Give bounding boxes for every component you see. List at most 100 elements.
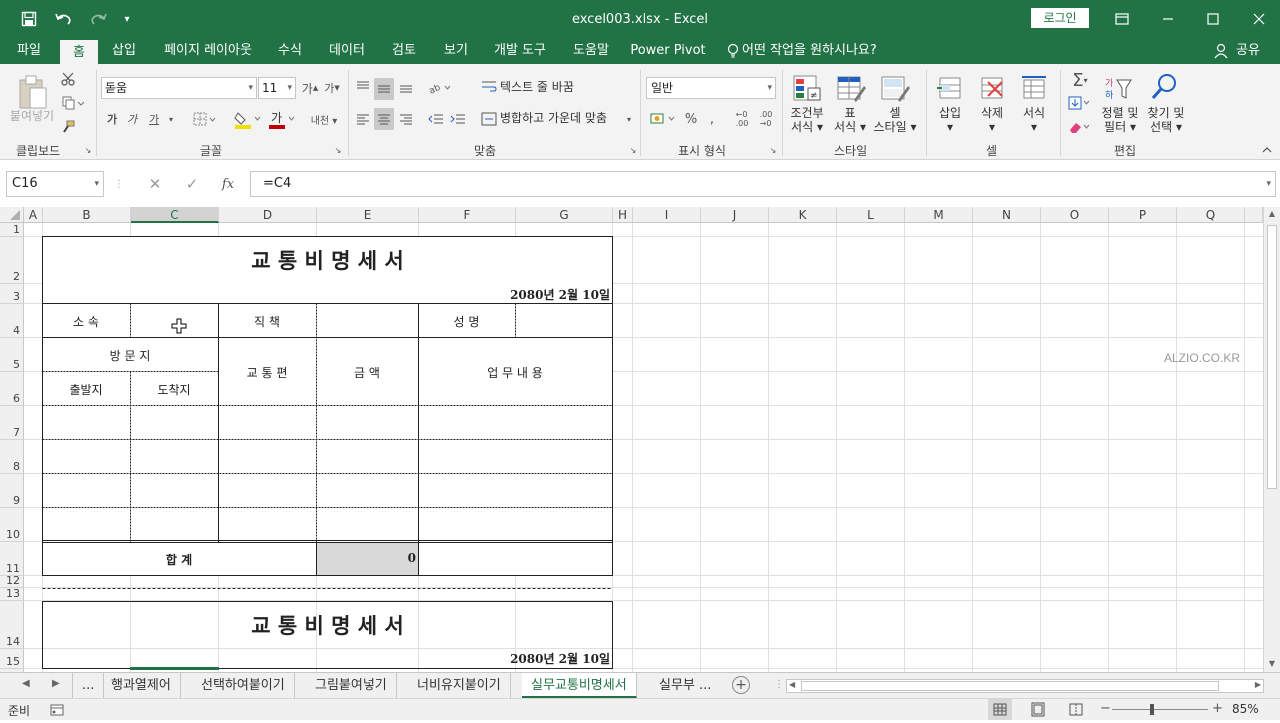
customize-toolbar-icon[interactable]: ▾: [118, 0, 136, 38]
format-as-table-icon[interactable]: [834, 72, 868, 106]
sheet-tab[interactable]: 너비유지붙이기: [408, 673, 511, 698]
copy-icon[interactable]: [58, 94, 88, 112]
align-left-icon[interactable]: [354, 110, 372, 128]
normal-view-icon[interactable]: [988, 699, 1012, 720]
dialog-launcher-icon[interactable]: ↘: [769, 146, 777, 155]
insert-cells-icon[interactable]: [934, 72, 966, 104]
tab-developer[interactable]: 개발 도구: [486, 38, 554, 64]
zoom-level[interactable]: 85%: [1232, 702, 1259, 716]
minimize-icon[interactable]: [1154, 0, 1182, 38]
dialog-launcher-icon[interactable]: ↘: [629, 146, 637, 155]
tab-insert[interactable]: 삽입: [104, 38, 144, 64]
zoom-in-icon[interactable]: +: [1212, 701, 1223, 716]
underline-button[interactable]: 가: [146, 110, 162, 128]
dialog-launcher-icon[interactable]: ↘: [334, 146, 342, 155]
insert-cells-button[interactable]: 삽입 ▾: [930, 106, 970, 135]
bold-button[interactable]: 가: [104, 110, 120, 128]
share-button[interactable]: 공유: [1230, 38, 1266, 64]
cell-styles-icon[interactable]: [878, 72, 912, 106]
maximize-icon[interactable]: [1199, 0, 1227, 38]
phonetic-guide-icon[interactable]: 내천 ▾: [308, 108, 340, 130]
increase-decimal-icon[interactable]: ←0.00: [732, 110, 752, 128]
save-icon[interactable]: [18, 0, 40, 38]
insert-function-icon[interactable]: fx: [218, 174, 238, 194]
name-box[interactable]: C16 ▾: [6, 171, 104, 197]
vertical-scroll-thumb[interactable]: [1267, 225, 1277, 489]
macro-record-icon[interactable]: [50, 703, 64, 717]
undo-icon[interactable]: [50, 0, 78, 38]
tab-page-layout[interactable]: 페이지 레이아웃: [156, 38, 260, 64]
sheet-tab-active[interactable]: 실무교통비명세서: [522, 673, 637, 698]
vertical-scrollbar[interactable]: ▲ ▼: [1263, 207, 1280, 672]
sheet-tab[interactable]: 선택하여붙이기: [192, 673, 295, 698]
font-name-select[interactable]: 돋움 ▾: [101, 77, 257, 99]
fill-icon[interactable]: [1066, 94, 1094, 112]
tab-formulas[interactable]: 수식: [270, 38, 310, 64]
page-layout-view-icon[interactable]: [1026, 699, 1050, 720]
align-right-icon[interactable]: [397, 110, 415, 128]
ribbon-display-options-icon[interactable]: [1108, 0, 1136, 38]
font-size-select[interactable]: 11 ▾: [258, 77, 296, 99]
accounting-format-icon[interactable]: [648, 110, 680, 128]
tab-home[interactable]: 홈: [60, 40, 98, 64]
tab-file[interactable]: 파일: [8, 38, 50, 64]
tab-data[interactable]: 데이터: [322, 38, 372, 64]
scroll-tabs-left-icon[interactable]: ◀: [22, 678, 36, 694]
dialog-launcher-icon[interactable]: ↘: [84, 146, 92, 155]
conditional-formatting-icon[interactable]: ≠: [790, 72, 824, 106]
wrap-text-button[interactable]: 텍스트 줄 바꿈: [500, 80, 574, 95]
chevron-down-icon[interactable]: ▾: [166, 110, 176, 128]
horizontal-scroll-thumb[interactable]: [801, 681, 1219, 691]
conditional-formatting-button[interactable]: 조건부 서식 ▾: [786, 106, 828, 135]
cell-styles-button[interactable]: 셀 스타일 ▾: [870, 106, 920, 135]
increase-font-size-icon[interactable]: 가 ▲: [300, 78, 320, 98]
find-select-icon[interactable]: [1148, 70, 1182, 104]
orientation-icon[interactable]: ab: [426, 78, 456, 98]
scroll-left-icon[interactable]: ◀: [789, 680, 795, 689]
delete-cells-icon[interactable]: [976, 72, 1008, 104]
worksheet-grid[interactable]: A B C D E F G H I J K L M N O P Q 1 2 3 …: [0, 207, 1280, 672]
formula-input[interactable]: =C4 ▾: [250, 171, 1276, 197]
find-select-button[interactable]: 찾기 및 선택 ▾: [1142, 106, 1190, 135]
sheet-tab[interactable]: 실무부 ...: [650, 673, 720, 698]
chevron-down-icon[interactable]: ▾: [624, 112, 634, 126]
number-format-select[interactable]: 일반 ▾: [646, 77, 776, 99]
confirm-entry-icon[interactable]: ✓: [182, 174, 202, 194]
zoom-slider-thumb[interactable]: [1150, 704, 1154, 715]
decrease-indent-icon[interactable]: [426, 110, 446, 128]
format-painter-icon[interactable]: [58, 118, 78, 136]
comma-style-icon[interactable]: ,: [704, 110, 720, 128]
zoom-out-icon[interactable]: −: [1100, 701, 1111, 716]
align-top-icon[interactable]: [354, 78, 372, 96]
increase-indent-icon[interactable]: [448, 110, 468, 128]
autosum-icon[interactable]: Σ ▾: [1066, 70, 1094, 91]
collapse-ribbon-icon[interactable]: [1260, 144, 1274, 156]
merge-center-button[interactable]: 병합하고 가운데 맞춤: [500, 111, 607, 126]
paste-button[interactable]: 붙여넣기: [6, 109, 58, 124]
scroll-tabs-right-icon[interactable]: ▶: [52, 678, 66, 694]
tab-view[interactable]: 보기: [436, 38, 476, 64]
delete-cells-button[interactable]: 삭제 ▾: [972, 106, 1012, 135]
format-as-table-button[interactable]: 표 서식 ▾: [830, 106, 870, 135]
font-color-icon[interactable]: 가: [266, 108, 298, 130]
clipboard-paste-icon[interactable]: [14, 72, 50, 112]
scroll-down-icon[interactable]: ▼: [1264, 659, 1280, 671]
sort-filter-icon[interactable]: 가하: [1102, 72, 1134, 104]
redo-icon[interactable]: [84, 0, 112, 38]
format-cells-button[interactable]: 서식 ▾: [1014, 106, 1054, 135]
italic-button[interactable]: 가: [124, 110, 140, 128]
format-cells-icon[interactable]: [1018, 72, 1050, 104]
fill-color-icon[interactable]: [232, 108, 264, 130]
close-icon[interactable]: [1245, 0, 1273, 38]
scroll-up-icon[interactable]: ▲: [1264, 209, 1280, 223]
sheet-tab[interactable]: 행과열제어: [102, 673, 181, 698]
percent-style-icon[interactable]: %: [682, 110, 700, 128]
page-break-view-icon[interactable]: [1064, 699, 1088, 720]
new-sheet-icon[interactable]: +: [732, 676, 750, 694]
tab-power-pivot[interactable]: Power Pivot: [630, 38, 706, 64]
decrease-font-size-icon[interactable]: 가 ▼: [322, 78, 342, 98]
merge-center-icon[interactable]: [480, 110, 498, 128]
login-button[interactable]: 로그인: [1031, 8, 1089, 28]
cancel-entry-icon[interactable]: ✕: [146, 174, 164, 194]
horizontal-scrollbar[interactable]: ◀ ▶: [786, 679, 1264, 693]
